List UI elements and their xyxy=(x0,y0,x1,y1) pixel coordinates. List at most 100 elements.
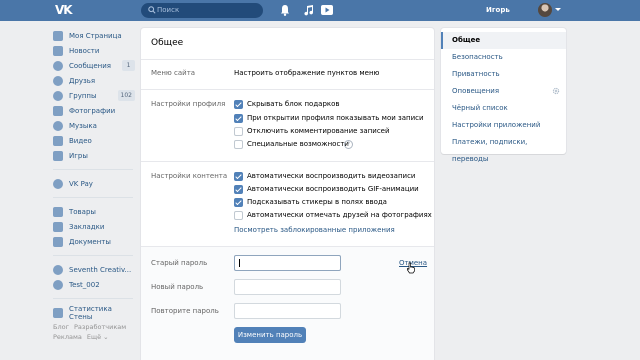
checkbox-disable-comments[interactable] xyxy=(234,127,243,136)
checkbox-autoplay-video[interactable] xyxy=(234,172,243,181)
sidebar-item-label: Документы xyxy=(69,237,111,246)
footer-link-blog[interactable]: Блог xyxy=(53,323,69,331)
vk-logo[interactable]: VK xyxy=(55,3,73,18)
group-icon xyxy=(53,264,63,275)
settings-card: Общее Меню сайта Настроить отображение п… xyxy=(141,28,434,360)
search-placeholder: Поиск xyxy=(157,6,180,14)
site-menu-link[interactable]: Настроить отображение пунктов меню xyxy=(234,69,379,77)
settings-tab-payments[interactable]: Платежи, подписки, переводы xyxy=(441,134,566,163)
sidebar-divider xyxy=(53,298,133,299)
sidebar-item-label: Закладки xyxy=(69,222,105,231)
checkbox-show-my-posts[interactable] xyxy=(234,114,243,123)
sidebar-item-vkpay[interactable]: VK Pay xyxy=(50,176,135,191)
sidebar-item-groups[interactable]: Группы 102 xyxy=(50,88,135,103)
new-password-label: Новый пароль xyxy=(151,283,204,291)
user-name[interactable]: Игорь xyxy=(486,6,510,14)
sidebar-item-goods[interactable]: Товары xyxy=(50,204,135,219)
divider xyxy=(141,161,434,162)
search-input[interactable]: Поиск xyxy=(141,3,263,18)
left-sidebar: Моя Страница Новости Сообщения 1 Друзья Г… xyxy=(50,28,135,321)
hand-cursor-icon xyxy=(407,262,415,274)
messages-icon xyxy=(53,60,63,71)
profile-settings-label: Настройки профиля xyxy=(151,100,226,108)
site-menu-label: Меню сайта xyxy=(151,69,196,77)
sidebar-item-my-page[interactable]: Моя Страница xyxy=(50,28,135,43)
sidebar-footer: Блог Разработчикам Реклама Ещё ⌄ xyxy=(53,322,138,342)
blocked-apps-link[interactable]: Посмотреть заблокированные приложения xyxy=(234,226,395,234)
footer-link-more[interactable]: Ещё ⌄ xyxy=(87,333,109,341)
groups-badge: 102 xyxy=(117,90,135,101)
page-title: Общее xyxy=(151,38,184,48)
sidebar-item-friends[interactable]: Друзья xyxy=(50,73,135,88)
sidebar-item-music[interactable]: Музыка xyxy=(50,118,135,133)
home-icon xyxy=(53,30,63,41)
messages-badge: 1 xyxy=(122,60,135,71)
sidebar-item-group-seventh[interactable]: Seventh Creativ... xyxy=(50,262,135,277)
divider xyxy=(141,59,434,60)
groups-icon xyxy=(53,90,63,101)
vkpay-icon xyxy=(53,178,63,189)
sidebar-item-label: Музыка xyxy=(69,121,97,130)
settings-tab-privacy[interactable]: Приватность xyxy=(441,66,566,83)
documents-icon xyxy=(53,236,63,247)
sidebar-item-messages[interactable]: Сообщения 1 xyxy=(50,58,135,73)
checkbox-sticker-hints[interactable] xyxy=(234,198,243,207)
checkbox-label: Автоматически воспроизводить видеозаписи xyxy=(247,172,416,180)
settings-tab-security[interactable]: Безопасность xyxy=(441,49,566,66)
sidebar-item-group-test[interactable]: Test_002 xyxy=(50,277,135,292)
help-icon[interactable]: ? xyxy=(344,140,353,149)
sidebar-item-games[interactable]: Игры xyxy=(50,148,135,163)
stats-icon xyxy=(53,307,63,318)
games-icon xyxy=(53,150,63,161)
goods-icon xyxy=(53,206,63,217)
sidebar-item-news[interactable]: Новости xyxy=(50,43,135,58)
settings-tab-blacklist[interactable]: Чёрный список xyxy=(441,100,566,117)
sidebar-item-label: Друзья xyxy=(69,76,96,85)
sidebar-item-label: VK Pay xyxy=(69,179,93,188)
footer-link-developers[interactable]: Разработчикам xyxy=(74,323,126,331)
music-icon[interactable] xyxy=(302,3,316,17)
divider xyxy=(141,246,434,247)
gear-icon[interactable] xyxy=(552,87,560,95)
sidebar-item-photos[interactable]: Фотографии xyxy=(50,103,135,118)
avatar[interactable] xyxy=(538,3,552,17)
play-icon[interactable] xyxy=(320,3,334,17)
top-header: VK Поиск Игорь xyxy=(0,0,640,21)
settings-nav: Общее Безопасность Приватность Оповещени… xyxy=(441,28,566,163)
news-icon xyxy=(53,45,63,56)
sidebar-item-bookmarks[interactable]: Закладки xyxy=(50,219,135,234)
sidebar-item-label: Сообщения xyxy=(69,61,112,70)
chevron-down-icon[interactable] xyxy=(555,8,561,11)
sidebar-item-label: Товары xyxy=(69,207,96,216)
bell-icon[interactable] xyxy=(278,3,292,17)
checkbox-autoplay-gif[interactable] xyxy=(234,185,243,194)
new-password-field[interactable] xyxy=(234,279,341,295)
sidebar-divider xyxy=(53,197,133,198)
checkbox-tag-friends[interactable] xyxy=(234,211,243,220)
repeat-password-field[interactable] xyxy=(234,303,341,319)
settings-tab-apps[interactable]: Настройки приложений xyxy=(441,117,566,134)
checkbox-label: При открытии профиля показывать мои запи… xyxy=(247,114,424,122)
checkbox-label: Автоматически воспроизводить GIF-анимаци… xyxy=(247,185,419,193)
checkbox-accessibility[interactable] xyxy=(234,140,243,149)
search-icon xyxy=(148,6,156,14)
sidebar-item-label: Видео xyxy=(69,136,92,145)
sidebar-item-label: Test_002 xyxy=(69,280,100,289)
checkbox-label: Специальные возможности xyxy=(247,140,349,148)
sidebar-divider xyxy=(53,169,133,170)
sidebar-item-video[interactable]: Видео xyxy=(50,133,135,148)
sidebar-item-label: Статистика Стены xyxy=(69,304,112,321)
video-icon xyxy=(53,135,63,146)
old-password-label: Старый пароль xyxy=(151,259,208,267)
settings-tab-notifications[interactable]: Оповещения xyxy=(441,83,566,100)
old-password-field[interactable] xyxy=(234,255,341,271)
sidebar-item-label: Новости xyxy=(69,46,100,55)
sidebar-item-documents[interactable]: Документы xyxy=(50,234,135,249)
checkbox-hide-gifts[interactable] xyxy=(234,100,243,109)
music-note-icon xyxy=(53,120,63,131)
change-password-button[interactable]: Изменить пароль xyxy=(234,327,306,343)
photos-icon xyxy=(53,105,63,116)
settings-tab-general[interactable]: Общее xyxy=(441,32,566,49)
footer-link-ads[interactable]: Реклама xyxy=(53,333,82,341)
sidebar-item-wall-stats[interactable]: Статистика Стены xyxy=(50,304,135,321)
